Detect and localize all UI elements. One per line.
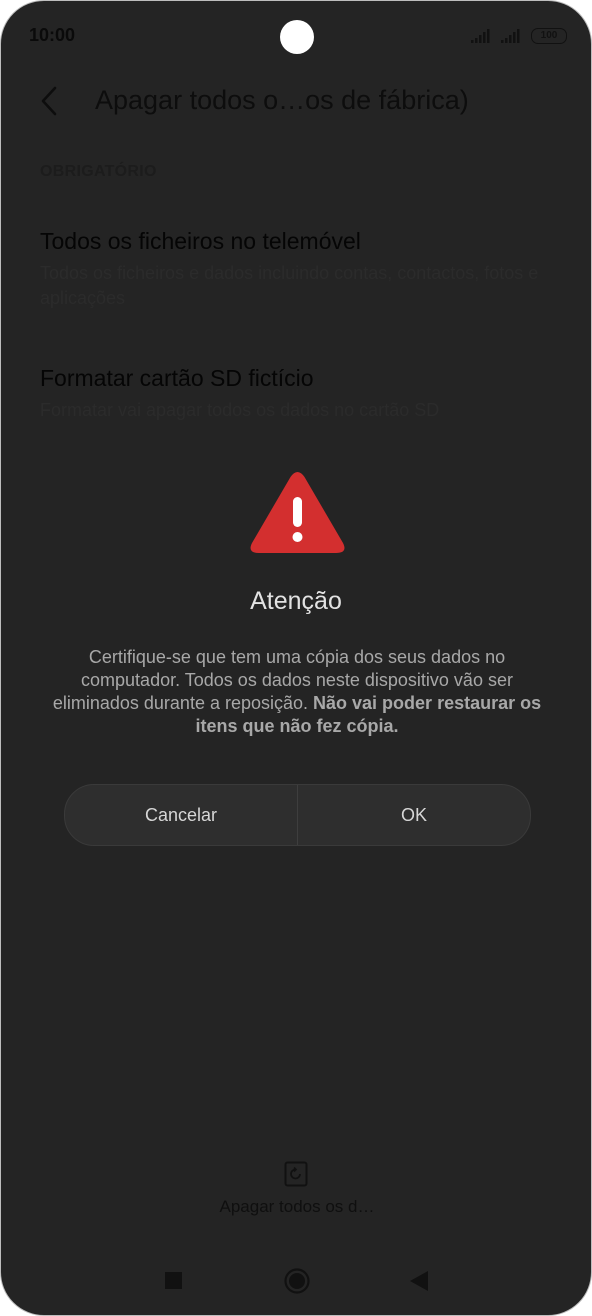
status-time: 10:00 — [29, 25, 76, 45]
page-title: Apagar todos o…os de fábrica) — [95, 85, 469, 115]
triangle-back-icon[interactable] — [409, 1270, 429, 1292]
warning-icon — [250, 472, 345, 553]
format-sd-option-description: Formatar vai apagar todos os dados no ca… — [40, 400, 440, 420]
format-sd-option-title[interactable]: Formatar cartão SD fictício — [40, 365, 314, 392]
erase-all-button[interactable]: Apagar todos os d… — [1, 1197, 591, 1217]
front-camera — [280, 20, 314, 54]
signal-icon-2 — [501, 29, 520, 43]
all-files-option-description: Todos os ficheiros e dados incluindo con… — [40, 263, 539, 308]
dialog-buttons: Cancelar OK — [64, 784, 531, 846]
status-bar: 10:00 100 — [1, 1, 591, 71]
dialog-title: Atenção — [250, 587, 342, 615]
all-files-option-title[interactable]: Todos os ficheiros no telemóvel — [40, 228, 361, 255]
recents-square-icon[interactable] — [165, 1272, 182, 1289]
signal-icon — [471, 29, 490, 43]
cancel-button[interactable]: Cancelar — [65, 785, 297, 845]
battery-icon: 100 — [531, 28, 567, 44]
dialog-message: Certifique-se que tem uma cópia dos seus… — [51, 646, 543, 738]
ok-button[interactable]: OK — [298, 785, 530, 845]
phone-screen: 10:00 100 Apagar todos o…os de fábrica) … — [0, 0, 592, 1316]
back-arrow-icon[interactable] — [35, 85, 65, 117]
home-circle-icon[interactable] — [284, 1268, 310, 1294]
section-label: OBRIGATÓRIO — [40, 163, 157, 180]
reset-icon[interactable] — [284, 1161, 308, 1187]
